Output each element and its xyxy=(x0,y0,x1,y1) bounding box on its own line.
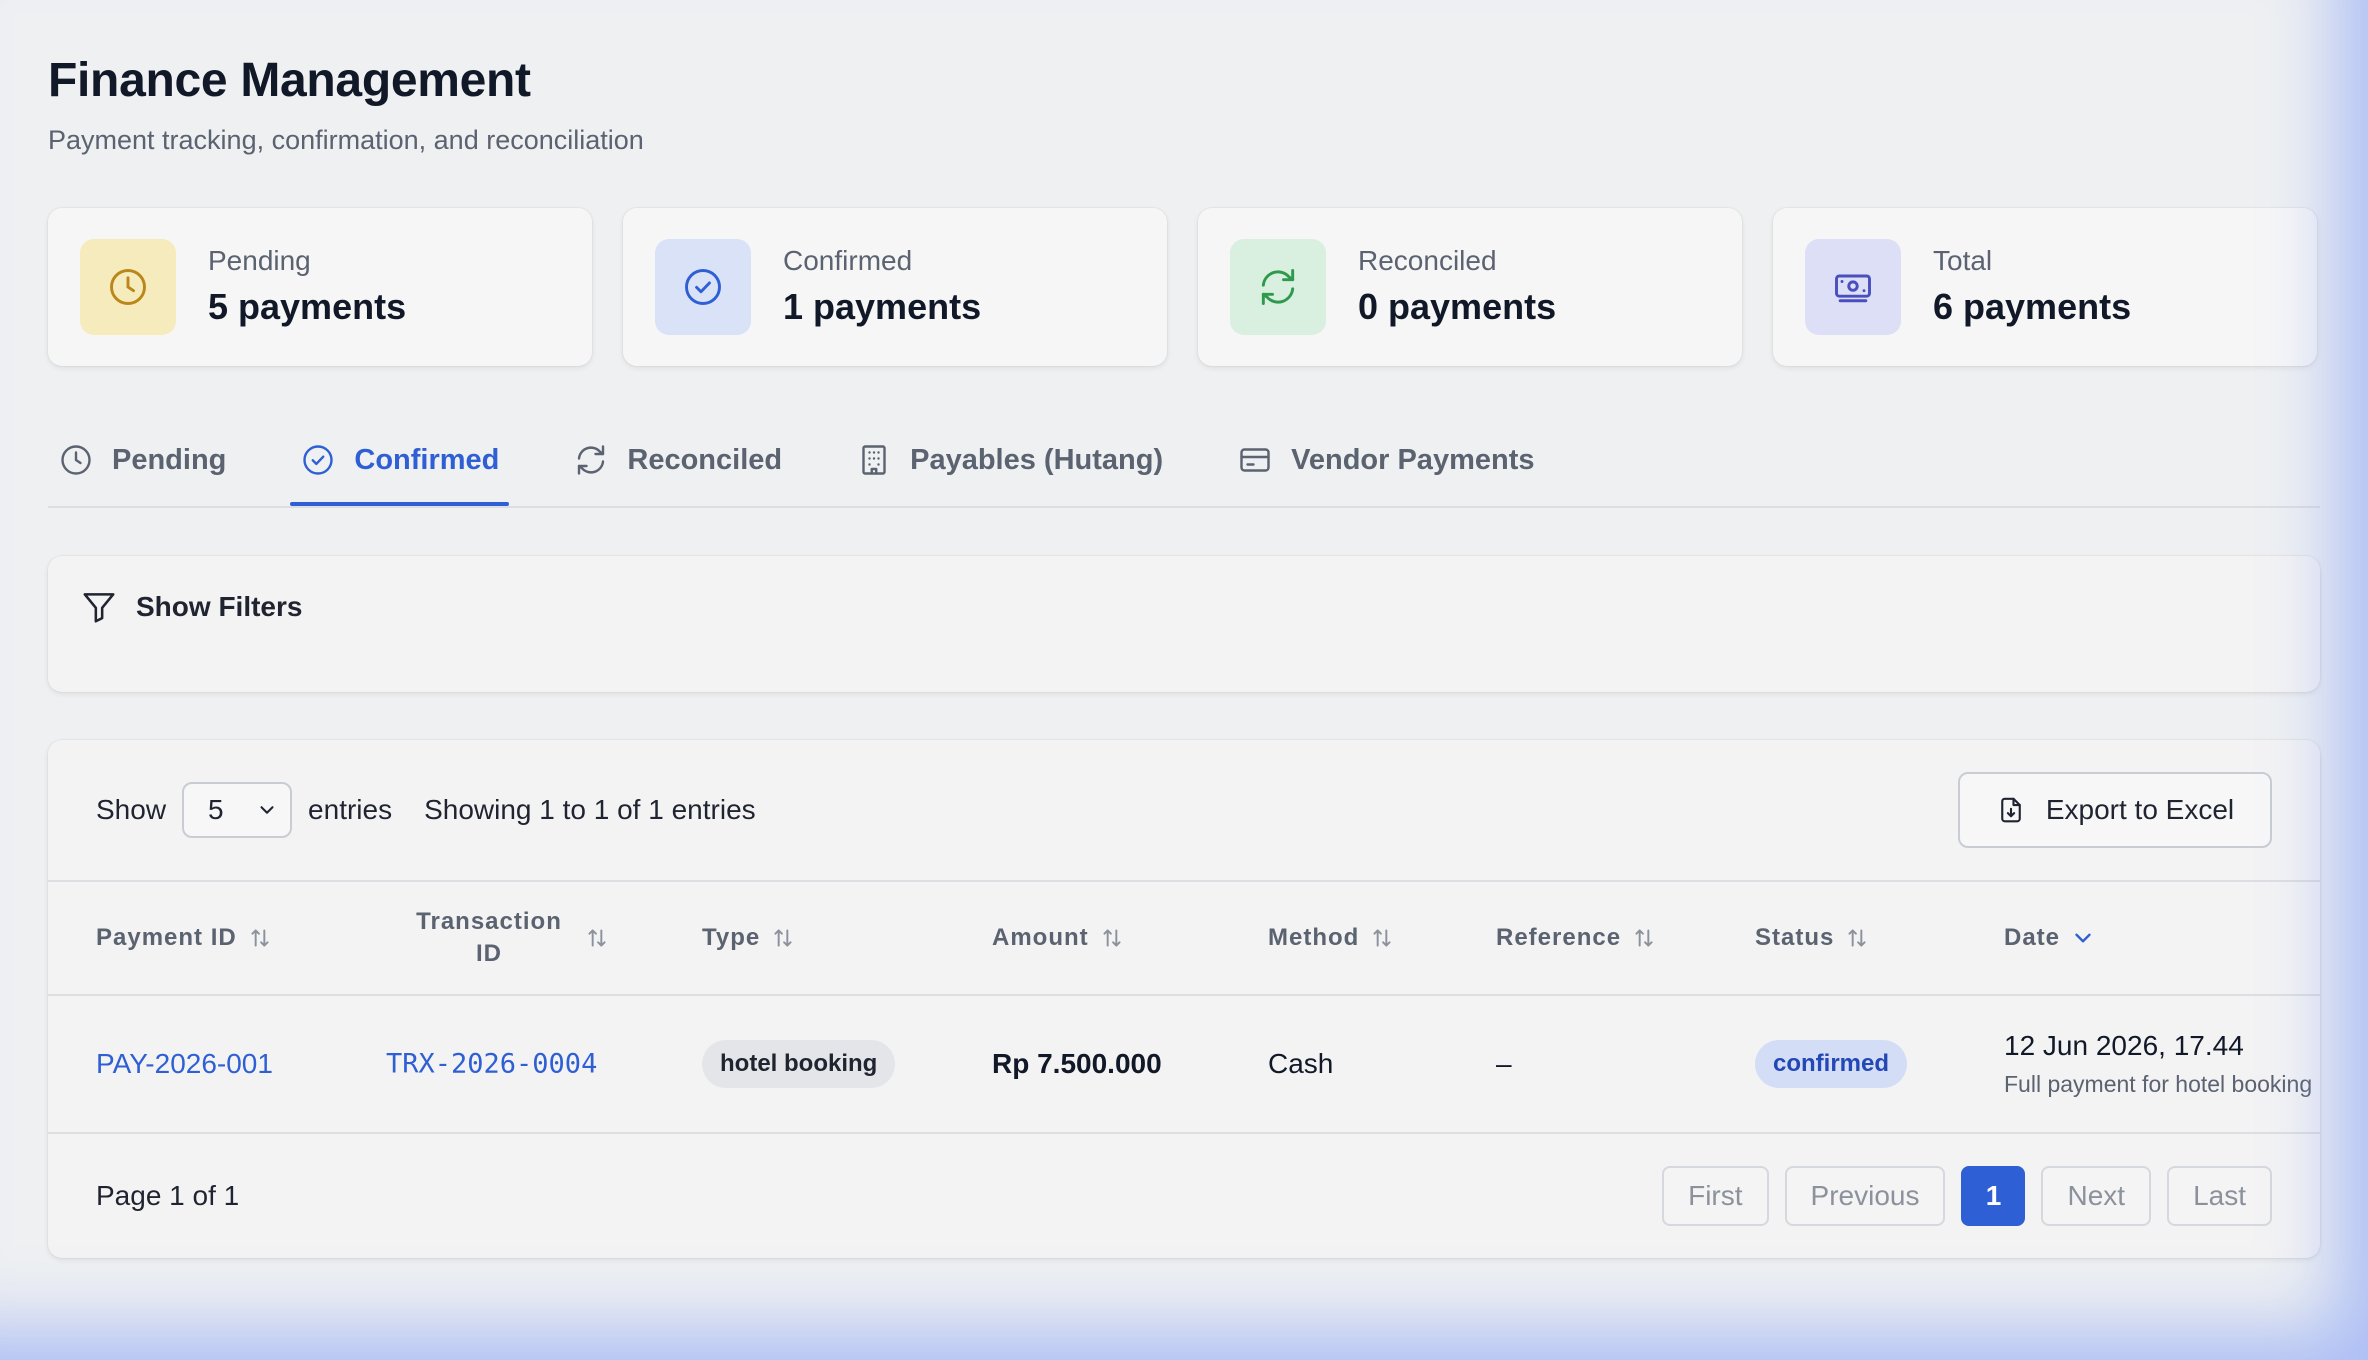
show-filters-button[interactable]: Show Filters xyxy=(80,588,302,626)
date-value: 12 Jun 2026, 17.44 xyxy=(2004,1030,2244,1061)
column-header-status[interactable]: Status xyxy=(1755,924,1870,952)
column-label: Method xyxy=(1268,924,1360,951)
payment-note: Full payment for hotel booking xyxy=(2004,1071,2313,1097)
clock-icon xyxy=(110,269,146,305)
stat-value: 0 payments xyxy=(1358,286,1557,327)
tab-payables[interactable]: Payables (Hutang) xyxy=(846,416,1173,504)
stat-card-confirmed: Confirmed 1 payments xyxy=(623,208,1167,366)
export-excel-button[interactable]: Export to Excel xyxy=(1958,772,2272,848)
status-badge: confirmed xyxy=(1755,1040,1908,1088)
stat-value: 5 payments xyxy=(208,286,407,327)
tab-label: Payables (Hutang) xyxy=(910,443,1164,476)
stat-label: Confirmed xyxy=(783,245,913,276)
sort-icon xyxy=(1635,929,1653,947)
tab-bar: Pending Confirmed Reconciled Payables (H… xyxy=(48,416,2320,508)
payments-table-card: Show 5 entries Showing 1 to 1 of 1 entri… xyxy=(48,740,2320,1258)
credit-card-icon xyxy=(1240,448,1270,472)
previous-page-button[interactable]: Previous xyxy=(1784,1166,1946,1226)
last-page-button[interactable]: Last xyxy=(2167,1166,2272,1226)
pagination-buttons: First Previous 1 Next Last xyxy=(1662,1166,2272,1226)
building-icon xyxy=(862,445,886,475)
page-size-value: 5 xyxy=(208,794,224,825)
tab-vendor-payments[interactable]: Vendor Payments xyxy=(1227,416,1544,504)
stat-icon-box xyxy=(1805,239,1901,335)
type-badge: hotel booking xyxy=(702,1040,896,1088)
stat-value: 1 payments xyxy=(783,286,982,327)
sort-icon xyxy=(251,929,269,947)
sort-icon xyxy=(588,929,606,947)
column-header-date[interactable]: Date xyxy=(2004,924,2096,952)
table-header: Payment ID Transaction ID Type Amount Me… xyxy=(48,882,2320,996)
tab-label: Confirmed xyxy=(354,443,500,476)
table-row[interactable]: PAY-2026-001 TRX-2026-0004 hotel booking… xyxy=(48,996,2320,1134)
stat-label: Reconciled xyxy=(1358,245,1497,276)
method-cell: Cash xyxy=(1268,1048,1334,1079)
stat-icon-box xyxy=(80,239,176,335)
column-label: Reference xyxy=(1496,924,1622,951)
stat-value: 6 payments xyxy=(1933,286,2132,327)
chevron-down-icon xyxy=(260,806,274,814)
refresh-icon xyxy=(1261,269,1295,305)
check-circle-icon xyxy=(685,269,721,305)
refresh-icon xyxy=(578,445,605,475)
column-header-reference[interactable]: Reference xyxy=(1496,924,1657,952)
stat-card-pending: Pending 5 payments xyxy=(48,208,592,366)
tab-pending[interactable]: Pending xyxy=(48,416,236,504)
column-label: Transaction ID xyxy=(416,908,562,967)
show-filters-label: Show Filters xyxy=(136,591,303,622)
next-page-button[interactable]: Next xyxy=(2041,1166,2152,1226)
first-page-button[interactable]: First xyxy=(1662,1166,1769,1226)
stat-label: Pending xyxy=(208,245,311,276)
entries-label: entries xyxy=(308,794,393,825)
column-header-transaction-id[interactable]: Transaction ID xyxy=(404,906,610,970)
banknote-icon xyxy=(1835,274,1871,303)
column-header-method[interactable]: Method xyxy=(1268,924,1395,952)
stat-card-total: Total 6 payments xyxy=(1773,208,2317,366)
page-subtitle: Payment tracking, confirmation, and reco… xyxy=(48,125,644,155)
column-label: Type xyxy=(702,924,761,951)
table-toolbar: Show 5 entries Showing 1 to 1 of 1 entri… xyxy=(48,740,2320,882)
page-1-button[interactable]: 1 xyxy=(1961,1166,2026,1226)
column-label: Status xyxy=(1755,924,1835,951)
sort-icon xyxy=(1103,929,1121,947)
clock-icon xyxy=(61,445,91,475)
pagination-bar: Page 1 of 1 First Previous 1 Next Last xyxy=(48,1134,2320,1258)
column-header-amount[interactable]: Amount xyxy=(992,924,1125,952)
stat-icon-box xyxy=(655,239,751,335)
check-circle-icon xyxy=(303,445,334,475)
sort-icon xyxy=(1373,929,1391,947)
page-size-select[interactable]: 5 xyxy=(182,782,293,838)
tab-confirmed[interactable]: Confirmed xyxy=(290,416,510,506)
tab-reconciled[interactable]: Reconciled xyxy=(563,416,792,504)
column-label: Amount xyxy=(992,924,1089,951)
stat-icon-box xyxy=(1230,239,1326,335)
finance-page: Finance Management Payment tracking, con… xyxy=(48,48,2320,1258)
stat-label: Total xyxy=(1933,245,1993,276)
export-label: Export to Excel xyxy=(2045,794,2235,825)
date-cell: 12 Jun 2026, 17.44 Full payment for hote… xyxy=(2004,1029,2320,1099)
filters-panel: Show Filters xyxy=(48,556,2320,692)
showing-entries-text: Showing 1 to 1 of 1 entries xyxy=(424,794,756,825)
show-label: Show xyxy=(96,794,167,825)
column-label: Date xyxy=(2004,924,2061,951)
transaction-id-link[interactable]: TRX-2026-0004 xyxy=(386,1049,597,1080)
page-indicator: Page 1 of 1 xyxy=(96,1180,240,1211)
page-title: Finance Management xyxy=(48,54,531,107)
sort-icon xyxy=(1848,929,1866,947)
tab-label: Reconciled xyxy=(627,443,783,476)
amount-cell: Rp 7.500.000 xyxy=(992,1048,1162,1079)
tab-label: Vendor Payments xyxy=(1291,443,1535,476)
stat-card-reconciled: Reconciled 0 payments xyxy=(1198,208,1742,366)
payment-id-link[interactable]: PAY-2026-001 xyxy=(96,1048,273,1080)
column-header-type[interactable]: Type xyxy=(702,924,796,952)
tab-label: Pending xyxy=(112,443,227,476)
reference-cell: – xyxy=(1496,1048,1512,1079)
stats-row: Pending 5 payments Confirmed 1 payments … xyxy=(48,208,2320,366)
chevron-down-icon xyxy=(2075,933,2091,943)
column-header-payment-id[interactable]: Payment ID xyxy=(96,924,273,952)
column-label: Payment ID xyxy=(96,924,237,951)
filter-icon xyxy=(83,593,115,623)
file-download-icon xyxy=(2001,797,2021,823)
sort-icon xyxy=(774,929,792,947)
